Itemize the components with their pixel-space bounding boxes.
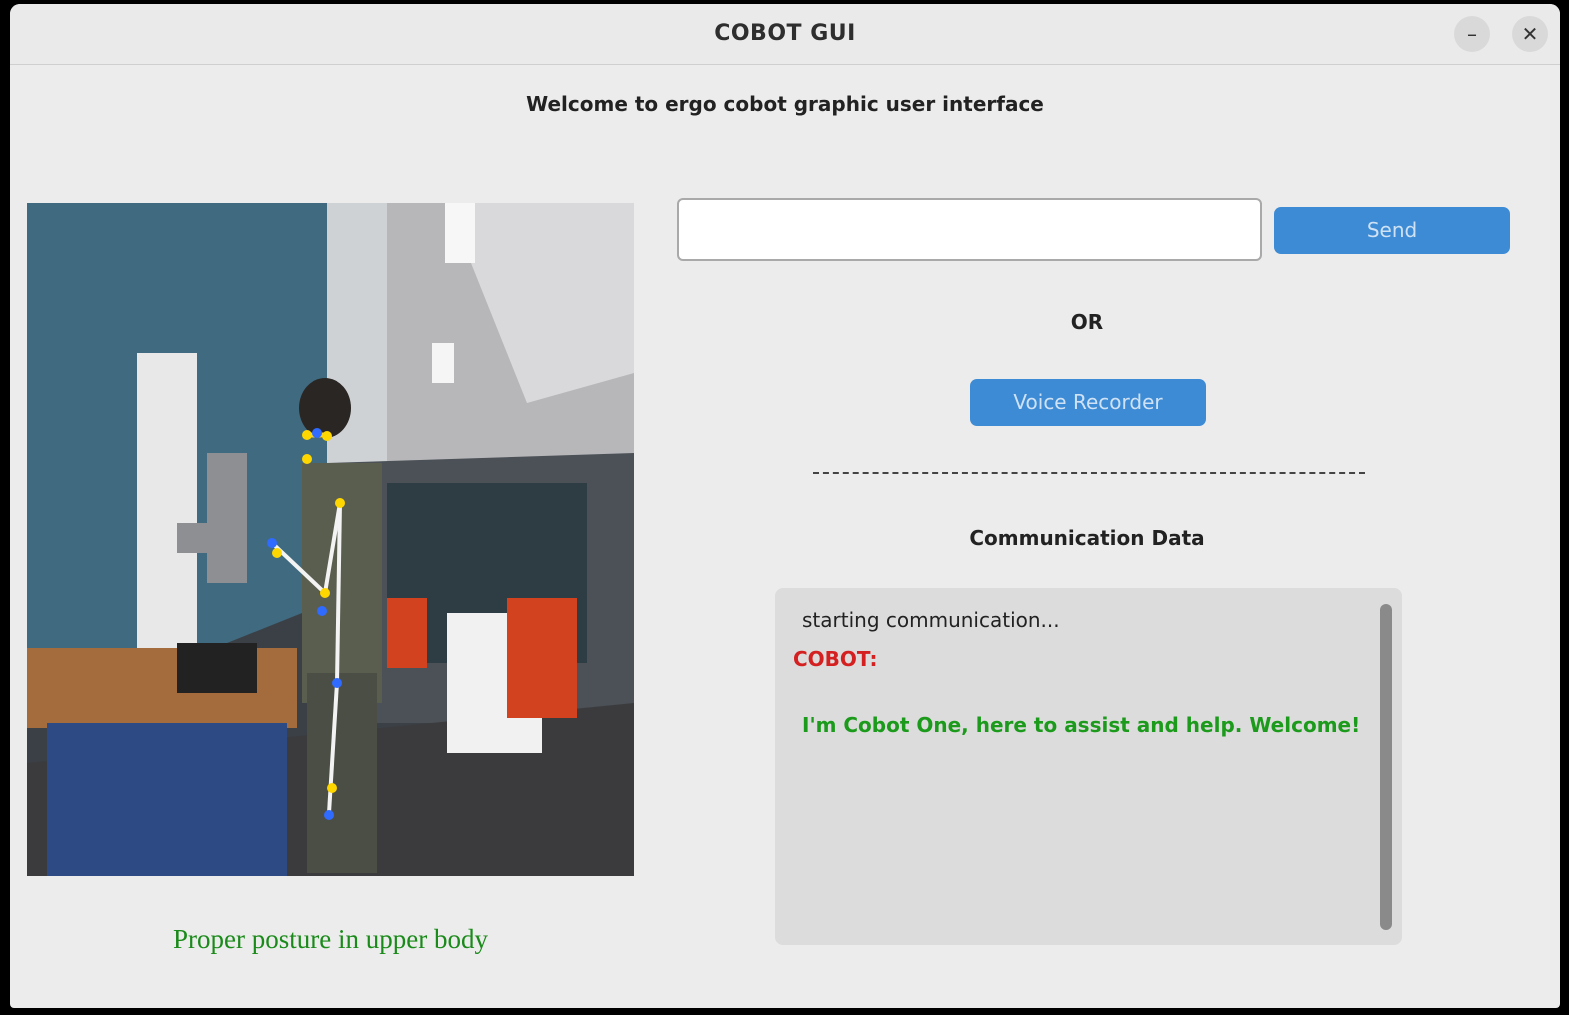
communication-title: Communication Data (969, 526, 1205, 550)
camera-frame-image (27, 203, 634, 876)
log-scrollbar[interactable] (1380, 604, 1392, 930)
or-label: OR (1070, 310, 1104, 334)
separator-line (813, 472, 1365, 474)
welcome-text: Welcome to ergo cobot graphic user inter… (526, 92, 1044, 116)
camera-feed (27, 203, 634, 876)
window-title: COBOT GUI (714, 21, 856, 46)
posture-status-text: Proper posture in upper body (173, 924, 488, 954)
message-input[interactable] (677, 198, 1262, 261)
close-button[interactable]: ✕ (1512, 16, 1548, 52)
voice-recorder-button[interactable]: Voice Recorder (970, 379, 1206, 426)
app-window: COBOT GUI – ✕ Welcome to ergo cobot grap… (10, 4, 1560, 1008)
send-button[interactable]: Send (1274, 207, 1510, 254)
title-bar[interactable]: COBOT GUI – ✕ (10, 4, 1560, 65)
log-reply-message: I'm Cobot One, here to assist and help. … (802, 713, 1361, 737)
log-speaker-label: COBOT: (793, 647, 878, 671)
minimize-button[interactable]: – (1454, 16, 1490, 52)
log-status-line: starting communication... (802, 608, 1060, 632)
communication-log[interactable]: starting communication... COBOT: I'm Cob… (775, 588, 1402, 945)
